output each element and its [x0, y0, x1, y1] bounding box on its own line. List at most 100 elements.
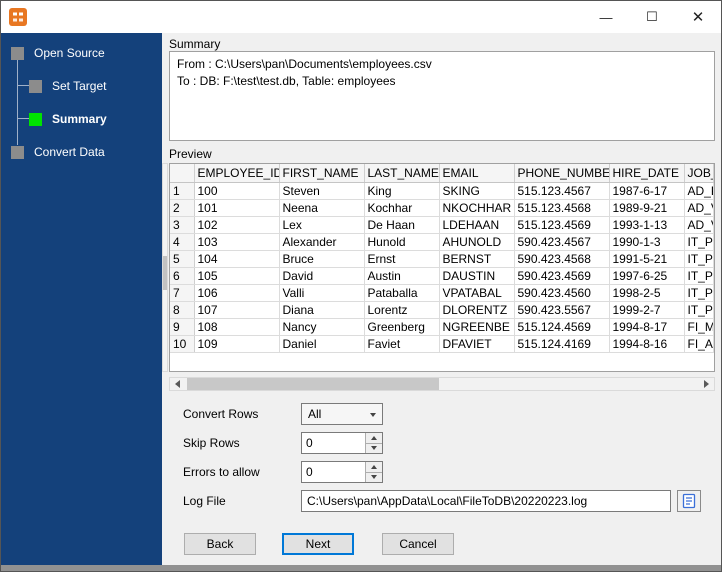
- column-header[interactable]: JOB_ID: [684, 164, 714, 183]
- table-row[interactable]: 10 109 Daniel Faviet DFAVIET 515.124.4169 1994…: [170, 335, 714, 353]
- data-cell: 107: [194, 301, 280, 319]
- data-cell: Nancy: [279, 318, 365, 336]
- data-cell: 590.423.4569: [514, 267, 610, 285]
- sidebar-step-convert-data[interactable]: Convert Data: [11, 145, 105, 159]
- column-header[interactable]: FIRST_NAME: [279, 164, 365, 183]
- data-cell: FI_A: [684, 335, 714, 353]
- app-logo-icon: [9, 8, 27, 26]
- column-header[interactable]: EMPLOYEE_ID: [194, 164, 280, 183]
- column-header[interactable]: LAST_NAME: [364, 164, 440, 183]
- data-cell: IT_P: [684, 233, 714, 251]
- data-cell: 102: [194, 216, 280, 234]
- grid-vertical-scrollbar[interactable]: [162, 163, 168, 372]
- data-cell: NKOCHHAR: [439, 199, 515, 217]
- log-file-input[interactable]: [301, 490, 672, 512]
- data-cell: 1989-9-21: [609, 199, 685, 217]
- spin-up-button[interactable]: [366, 433, 382, 444]
- data-cell: 590.423.4560: [514, 284, 610, 302]
- data-cell: IT_P: [684, 301, 714, 319]
- sidebar-step-open-source[interactable]: Open Source: [11, 46, 105, 60]
- table-row[interactable]: 9 108 Nancy Greenberg NGREENBE 515.124.4569 19…: [170, 318, 714, 336]
- data-cell: IT_P: [684, 267, 714, 285]
- data-cell: Hunold: [364, 233, 440, 251]
- wizard-sidebar: Open Source Set Target Summary Convert D…: [1, 33, 162, 566]
- table-row[interactable]: 5 104 Bruce Ernst BERNST 590.423.4568 1991-5-2…: [170, 250, 714, 268]
- data-cell: SKING: [439, 182, 515, 200]
- cancel-button[interactable]: Cancel: [382, 533, 454, 555]
- step-connector-line: [18, 118, 29, 119]
- table-row[interactable]: 1 100 Steven King SKING 515.123.4567 1987-6-17…: [170, 182, 714, 200]
- row-number-cell: 2: [170, 199, 195, 217]
- next-button[interactable]: Next: [282, 533, 354, 555]
- table-row[interactable]: 7 106 Valli Pataballa VPATABAL 590.423.4560 19…: [170, 284, 714, 302]
- skip-rows-stepper[interactable]: [301, 432, 383, 454]
- summary-target-line: To : DB: F:\test\test.db, Table: employe…: [177, 74, 396, 88]
- scroll-left-arrow-icon[interactable]: [170, 378, 185, 390]
- wizard-buttons: Back Next Cancel: [184, 533, 454, 555]
- data-cell: DFAVIET: [439, 335, 515, 353]
- table-row[interactable]: 4 103 Alexander Hunold AHUNOLD 590.423.4567 19…: [170, 233, 714, 251]
- data-cell: 1990-1-3: [609, 233, 685, 251]
- back-button[interactable]: Back: [184, 533, 256, 555]
- data-cell: 1993-1-13: [609, 216, 685, 234]
- convert-rows-selected-value: All: [308, 407, 322, 421]
- data-cell: Bruce: [279, 250, 365, 268]
- data-cell: AD_V: [684, 216, 714, 234]
- data-cell: 1987-6-17: [609, 182, 685, 200]
- data-cell: 1991-5-21: [609, 250, 685, 268]
- data-cell: 105: [194, 267, 280, 285]
- data-cell: BERNST: [439, 250, 515, 268]
- row-number-cell: 3: [170, 216, 195, 234]
- grid-horizontal-scrollbar-thumb[interactable]: [187, 378, 439, 390]
- column-header[interactable]: EMAIL: [439, 164, 515, 183]
- maximize-button[interactable]: ☐: [629, 1, 675, 33]
- spin-down-button[interactable]: [366, 443, 382, 453]
- step-status-icon-active: [29, 112, 42, 126]
- errors-to-allow-stepper[interactable]: [301, 461, 383, 483]
- data-cell: 103: [194, 233, 280, 251]
- step-connector-line: [17, 60, 18, 145]
- data-cell: Valli: [279, 284, 365, 302]
- data-cell: AD_V: [684, 199, 714, 217]
- data-cell: David: [279, 267, 365, 285]
- log-file-icon: [682, 493, 696, 509]
- row-number-cell: 6: [170, 267, 195, 285]
- data-cell: Alexander: [279, 233, 365, 251]
- table-row[interactable]: 6 105 David Austin DAUSTIN 590.423.4569 1997-6…: [170, 267, 714, 285]
- spin-up-button[interactable]: [366, 462, 382, 473]
- data-cell: Lorentz: [364, 301, 440, 319]
- app-window: — ☐ ✕ Open Source Set Target Summary Con…: [0, 0, 722, 572]
- step-status-icon: [11, 145, 24, 159]
- data-cell: Steven: [279, 182, 365, 200]
- convert-rows-dropdown[interactable]: All: [301, 403, 383, 425]
- spin-down-button[interactable]: [366, 472, 382, 482]
- table-row[interactable]: 8 107 Diana Lorentz DLORENTZ 590.423.5567 1999…: [170, 301, 714, 319]
- grid-horizontal-scrollbar[interactable]: [169, 377, 715, 391]
- data-cell: 108: [194, 318, 280, 336]
- column-header[interactable]: HIRE_DATE: [609, 164, 685, 183]
- data-cell: 1994-8-17: [609, 318, 685, 336]
- scrollbar-track[interactable]: [185, 378, 699, 390]
- close-button[interactable]: ✕: [675, 1, 721, 33]
- row-number-cell: 8: [170, 301, 195, 319]
- sidebar-step-set-target[interactable]: Set Target: [29, 79, 106, 93]
- view-log-button[interactable]: [677, 490, 701, 512]
- errors-to-allow-input[interactable]: [302, 462, 365, 482]
- row-number-cell: 7: [170, 284, 195, 302]
- table-row[interactable]: 2 101 Neena Kochhar NKOCHHAR 515.123.4568 1989…: [170, 199, 714, 217]
- row-number-cell: 4: [170, 233, 195, 251]
- column-header[interactable]: PHONE_NUMBER: [514, 164, 610, 183]
- data-cell: 590.423.4568: [514, 250, 610, 268]
- preview-table: EMPLOYEE_ID FIRST_NAME LAST_NAME EMAIL PHONE…: [170, 164, 714, 353]
- step-status-icon: [29, 79, 42, 93]
- data-cell: 1997-6-25: [609, 267, 685, 285]
- skip-rows-input[interactable]: [302, 433, 365, 453]
- table-row[interactable]: 3 102 Lex De Haan LDEHAAN 515.123.4569 1993-1-…: [170, 216, 714, 234]
- minimize-button[interactable]: —: [583, 1, 629, 33]
- step-status-icon: [11, 46, 24, 60]
- sidebar-step-summary[interactable]: Summary: [29, 112, 107, 126]
- summary-text-box: From : C:\Users\pan\Documents\employees.…: [169, 51, 715, 141]
- scroll-right-arrow-icon[interactable]: [699, 378, 714, 390]
- data-cell: FI_M: [684, 318, 714, 336]
- grid-vertical-scrollbar-thumb[interactable]: [163, 256, 167, 290]
